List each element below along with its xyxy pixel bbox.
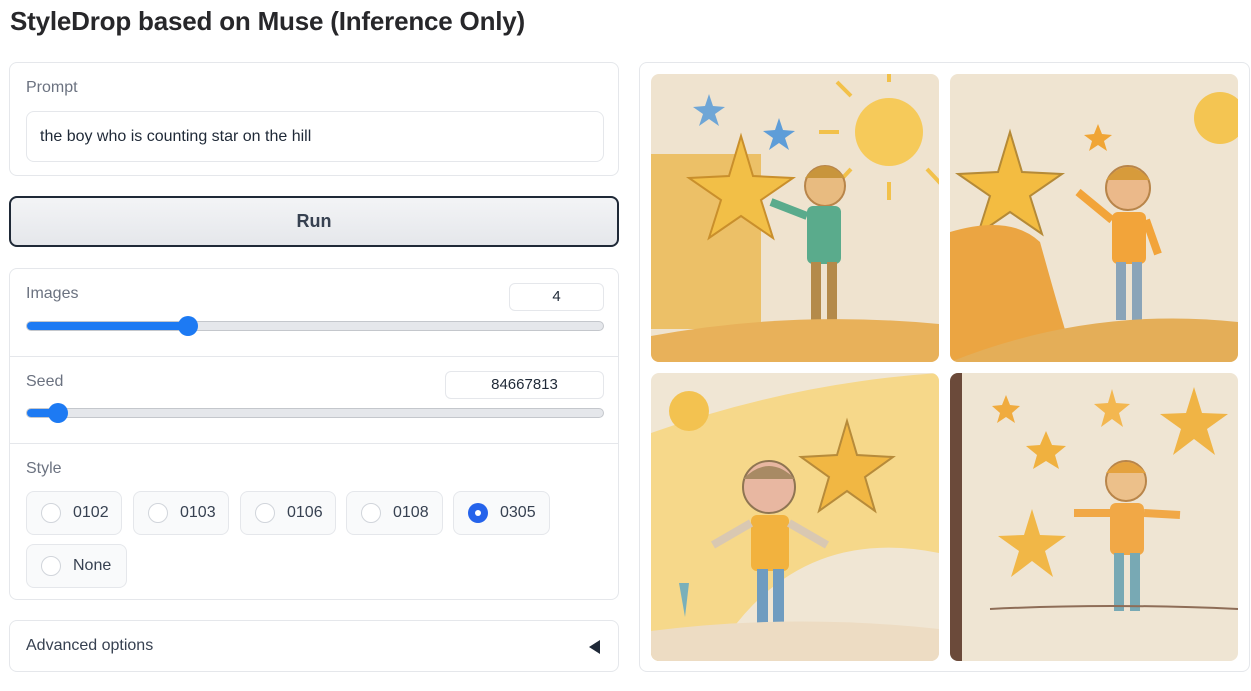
style-option-label: 0103 [180, 504, 216, 521]
images-slider-thumb[interactable] [178, 316, 198, 336]
style-option-0103[interactable]: 0103 [133, 491, 229, 535]
images-slider-fill [27, 322, 189, 330]
generated-image-2[interactable] [950, 74, 1238, 362]
radio-circle [41, 556, 61, 576]
gallery-panel [639, 62, 1250, 672]
style-option-0108[interactable]: 0108 [346, 491, 443, 535]
style-option-label: 0106 [287, 504, 323, 521]
seed-slider-track[interactable] [26, 408, 604, 418]
style-option-0102[interactable]: 0102 [26, 491, 122, 535]
style-option-0305[interactable]: 0305 [453, 491, 550, 535]
advanced-options-label: Advanced options [26, 637, 154, 654]
generated-image-3[interactable] [651, 373, 939, 661]
page-title: StyleDrop based on Muse (Inference Only) [10, 6, 525, 36]
images-label: Images [26, 285, 79, 302]
generated-image-4[interactable] [950, 373, 1238, 661]
images-slider-track[interactable] [26, 321, 604, 331]
prompt-panel: Prompt the boy who is counting star on t… [9, 62, 619, 176]
style-section: Style 0102 0103 0106 0108 0305 None [10, 444, 618, 600]
style-option-label: None [73, 557, 112, 574]
radio-circle-checked [468, 503, 488, 523]
controls-panel: Images 4 Seed 84667813 Style 0102 0103 0… [9, 268, 619, 600]
style-option-0106[interactable]: 0106 [240, 491, 336, 535]
caret-left-icon [589, 640, 600, 654]
generated-image-1[interactable] [651, 74, 939, 362]
radio-circle [148, 503, 168, 523]
style-option-label: 0305 [500, 504, 536, 521]
images-section: Images 4 [10, 269, 618, 356]
prompt-label: Prompt [26, 79, 78, 96]
radio-circle [41, 503, 61, 523]
seed-label: Seed [26, 373, 64, 390]
radio-circle [255, 503, 275, 523]
style-option-label: 0108 [393, 504, 429, 521]
run-button[interactable]: Run [9, 196, 619, 247]
seed-number-input[interactable]: 84667813 [445, 371, 604, 399]
seed-section: Seed 84667813 [10, 357, 618, 443]
radio-circle [361, 503, 381, 523]
style-option-none[interactable]: None [26, 544, 127, 588]
images-number-input[interactable]: 4 [509, 283, 604, 311]
advanced-options-accordion[interactable]: Advanced options [9, 620, 619, 672]
seed-slider-thumb[interactable] [48, 403, 68, 423]
style-label: Style [26, 460, 62, 477]
prompt-input[interactable]: the boy who is counting star on the hill [26, 111, 604, 162]
style-option-label: 0102 [73, 504, 109, 521]
